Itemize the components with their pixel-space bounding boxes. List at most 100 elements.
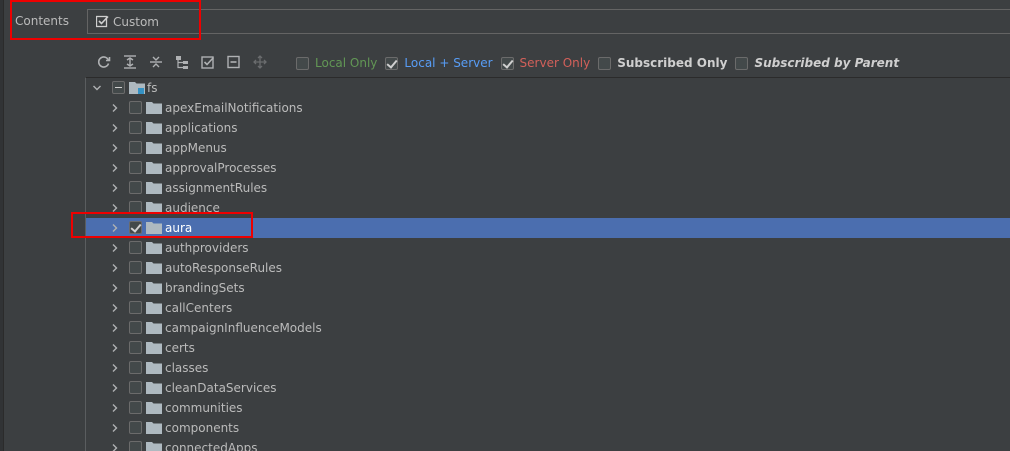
check-all-button[interactable] — [199, 53, 217, 71]
tree-item-checkbox[interactable] — [129, 341, 142, 354]
tree-item-label: certs — [165, 341, 195, 355]
chevron-right-icon[interactable] — [110, 303, 120, 313]
chevron-right-icon[interactable] — [110, 363, 120, 373]
tree-row-appMenus[interactable]: appMenus — [86, 138, 1010, 158]
package-folder-icon — [129, 82, 145, 94]
folder-icon — [146, 342, 162, 354]
chevron-right-icon[interactable] — [110, 143, 120, 153]
chevron-right-icon[interactable] — [110, 183, 120, 193]
tree-item-label: brandingSets — [165, 281, 245, 295]
chevron-right-icon[interactable] — [110, 323, 120, 333]
chevron-right-icon[interactable] — [110, 263, 120, 273]
subscribed-by-parent-checkbox[interactable] — [735, 56, 749, 70]
tree-item-checkbox[interactable] — [129, 401, 142, 414]
chevron-right-icon[interactable] — [110, 123, 120, 133]
refresh-button[interactable] — [95, 53, 113, 71]
chevron-right-icon[interactable] — [110, 423, 120, 433]
folder-icon — [146, 322, 162, 334]
tree-item-checkbox[interactable] — [129, 421, 142, 434]
tree-row-communities[interactable]: communities — [86, 398, 1010, 418]
tree-item-label: campaignInfluenceModels — [165, 321, 322, 335]
subscribed-only-checkbox[interactable] — [598, 56, 612, 70]
tree-item-label: assignmentRules — [165, 181, 268, 195]
tree-row-components[interactable]: components — [86, 418, 1010, 438]
folder-icon — [146, 422, 162, 434]
tree-row-aura[interactable]: aura — [86, 218, 1010, 238]
server-only-checkbox[interactable] — [500, 56, 514, 70]
chevron-right-icon[interactable] — [110, 343, 120, 353]
tree-item-label: connectedApps — [165, 441, 258, 451]
tree-item-checkbox[interactable] — [129, 361, 142, 374]
tree-item-checkbox[interactable] — [129, 241, 142, 254]
tree-item-label: apexEmailNotifications — [165, 101, 303, 115]
tree-item-label: cleanDataServices — [165, 381, 277, 395]
tree-row-applications[interactable]: applications — [86, 118, 1010, 138]
chevron-right-icon[interactable] — [110, 403, 120, 413]
tree-hierarchy-button[interactable] — [173, 53, 191, 71]
tree-item-checkbox[interactable] — [129, 381, 142, 394]
tree-item-checkbox[interactable] — [129, 141, 142, 154]
folder-icon — [146, 362, 162, 374]
folder-icon — [146, 382, 162, 394]
uncheck-all-button[interactable] — [225, 53, 243, 71]
tree-root-row[interactable]: fs — [86, 78, 1010, 98]
move-button[interactable] — [251, 53, 269, 71]
tree-item-checkbox[interactable] — [129, 441, 142, 451]
tree-row-cleanDataServices[interactable]: cleanDataServices — [86, 378, 1010, 398]
tree-row-approvalProcesses[interactable]: approvalProcesses — [86, 158, 1010, 178]
chevron-right-icon[interactable] — [110, 243, 120, 253]
chevron-down-icon[interactable] — [92, 83, 102, 93]
tree-row-autoResponseRules[interactable]: autoResponseRules — [86, 258, 1010, 278]
tree-item-checkbox[interactable] — [129, 221, 142, 234]
tree-item-label: callCenters — [165, 301, 233, 315]
tree-item-checkbox[interactable] — [129, 161, 142, 174]
local-server-checkbox[interactable] — [385, 56, 399, 70]
collapse-all-button[interactable] — [147, 53, 165, 71]
chevron-right-icon[interactable] — [110, 103, 120, 113]
tree-row-connectedApps[interactable]: connectedApps — [86, 438, 1010, 451]
tree-item-checkbox[interactable] — [129, 301, 142, 314]
tree-row-brandingSets[interactable]: brandingSets — [86, 278, 1010, 298]
chevron-right-icon[interactable] — [110, 223, 120, 233]
contents-combo-box[interactable]: Custom — [87, 9, 1010, 34]
tree-item-label: communities — [165, 401, 243, 415]
tree-item-checkbox[interactable] — [129, 281, 142, 294]
filter-subscribed-only[interactable]: Subscribed Only — [598, 56, 727, 70]
tree-row-authproviders[interactable]: authproviders — [86, 238, 1010, 258]
filter-local-server[interactable]: Local + Server — [385, 56, 493, 70]
contents-label: Contents — [15, 14, 69, 28]
folder-icon — [146, 242, 162, 254]
filter-subscribed-by-parent[interactable]: Subscribed by Parent — [735, 56, 899, 70]
folder-icon — [146, 402, 162, 414]
chevron-right-icon[interactable] — [110, 283, 120, 293]
tree-item-checkbox[interactable] — [129, 121, 142, 134]
tree-row-callCenters[interactable]: callCenters — [86, 298, 1010, 318]
tree-root-label: fs — [147, 81, 158, 95]
expand-all-button[interactable] — [121, 53, 139, 71]
chevron-right-icon[interactable] — [110, 163, 120, 173]
tree-toolbar — [95, 53, 277, 71]
local-server-label: Local + Server — [404, 56, 493, 70]
filter-server-only[interactable]: Server Only — [500, 56, 590, 70]
tree-row-certs[interactable]: certs — [86, 338, 1010, 358]
tree-row-apexEmailNotifications[interactable]: apexEmailNotifications — [86, 98, 1010, 118]
tree-item-checkbox[interactable] — [129, 201, 142, 214]
tree-row-classes[interactable]: classes — [86, 358, 1010, 378]
tree-item-checkbox[interactable] — [129, 181, 142, 194]
tree-item-checkbox[interactable] — [129, 321, 142, 334]
tree-item-label: appMenus — [165, 141, 227, 155]
tree-row-assignmentRules[interactable]: assignmentRules — [86, 178, 1010, 198]
tree-item-label: audience — [165, 201, 220, 215]
tree-row-audience[interactable]: audience — [86, 198, 1010, 218]
metadata-tree[interactable]: fs apexEmailNotifications applications app… — [85, 77, 1010, 451]
tree-item-label: autoResponseRules — [165, 261, 283, 275]
tree-item-checkbox[interactable] — [129, 261, 142, 274]
chevron-right-icon[interactable] — [110, 383, 120, 393]
local-only-checkbox[interactable] — [296, 56, 309, 70]
tree-item-checkbox[interactable] — [129, 101, 142, 114]
tree-row-campaignInfluenceModels[interactable]: campaignInfluenceModels — [86, 318, 1010, 338]
filter-local-only[interactable]: Local Only — [296, 56, 377, 70]
chevron-right-icon[interactable] — [110, 203, 120, 213]
root-checkbox[interactable] — [112, 81, 125, 94]
chevron-right-icon[interactable] — [110, 443, 120, 451]
